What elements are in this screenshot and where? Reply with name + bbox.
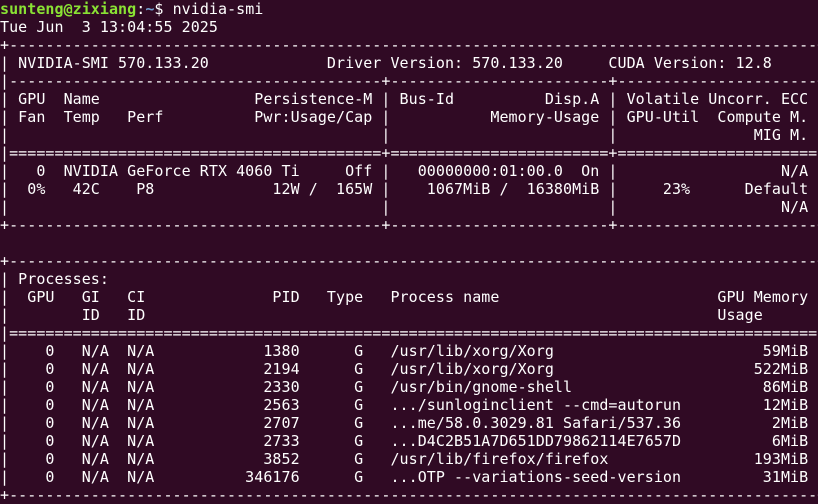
process-table-header-row: | ID ID Usage | (0, 306, 818, 324)
process-table-row: | 0 N/A N/A 2194 G /usr/lib/xorg/Xorg 52… (0, 360, 818, 378)
terminal-window[interactable]: sunteng@zixiang:~$ nvidia-smi Tue Jun 3 … (0, 0, 818, 504)
gpu-table-header-separator: |=======================================… (0, 144, 818, 162)
prompt-line: sunteng@zixiang:~$ nvidia-smi (0, 0, 818, 18)
process-table-header-separator: |=======================================… (0, 324, 818, 342)
gpu-table-header-row: | Fan Temp Perf Pwr:Usage/Cap | Memory-U… (0, 108, 818, 126)
prompt-symbol: $ (154, 0, 173, 18)
process-table-header-row: | GPU GI CI PID Type Process name GPU Me… (0, 288, 818, 306)
process-table-title-row: | Processes: | (0, 270, 818, 288)
command-output: Tue Jun 3 13:04:55 2025 +---------------… (0, 18, 818, 504)
process-table-top-border: +---------------------------------------… (0, 252, 818, 270)
process-table-row: | 0 N/A N/A 2330 G /usr/bin/gnome-shell … (0, 378, 818, 396)
output-timestamp: Tue Jun 3 13:04:55 2025 (0, 18, 218, 36)
process-table-row: | 0 N/A N/A 346176 G ...OTP --variations… (0, 468, 818, 486)
gpu-table-divider: |---------------------------------------… (0, 72, 818, 90)
process-table-row: | 0 N/A N/A 2707 G ...me/58.0.3029.81 Sa… (0, 414, 818, 432)
prompt-user-host: sunteng@zixiang (0, 0, 137, 18)
gpu-table-data-row: | 0% 42C P8 12W / 165W | 1067MiB / 16380… (0, 180, 818, 198)
prompt-separator: : (136, 0, 146, 18)
gpu-table-version-row: | NVIDIA-SMI 570.133.20 Driver Version: … (0, 54, 818, 72)
process-table-row: | 0 N/A N/A 3852 G /usr/lib/firefox/fire… (0, 450, 818, 468)
process-table-row: | 0 N/A N/A 2733 G ...D4C2B51A7D651DD798… (0, 432, 818, 450)
gpu-table-bottom-border: +---------------------------------------… (0, 216, 818, 234)
process-table-bottom-border: +---------------------------------------… (0, 486, 818, 504)
prompt-command: nvidia-smi (172, 0, 264, 18)
gpu-table-data-row: | | | N/A | (0, 198, 818, 216)
gpu-table-data-row: | 0 NVIDIA GeForce RTX 4060 Ti Off | 000… (0, 162, 818, 180)
gpu-table-header-row: | | | MIG M. | (0, 126, 818, 144)
process-table-row: | 0 N/A N/A 1380 G /usr/lib/xorg/Xorg 59… (0, 342, 818, 360)
gpu-table-header-row: | GPU Name Persistence-M | Bus-Id Disp.A… (0, 90, 818, 108)
process-table-row: | 0 N/A N/A 2563 G .../sunloginclient --… (0, 396, 818, 414)
gpu-table-top-border: +---------------------------------------… (0, 36, 818, 54)
